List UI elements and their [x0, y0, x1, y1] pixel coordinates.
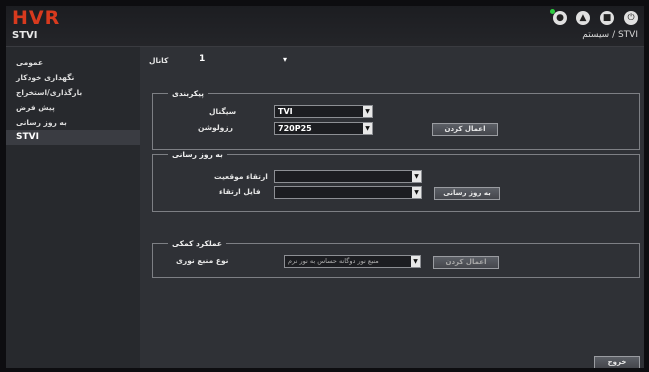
sidebar-item-auto-maintenance[interactable]: نگهداری خودکار	[6, 70, 140, 85]
signal-value: TVI	[278, 107, 293, 116]
sidebar-item-import-export[interactable]: بارگذاری/استخراج	[6, 85, 140, 100]
upgrade-location-label: ارتقاء موقعیت	[214, 172, 268, 181]
chevron-down-icon: ▼	[363, 106, 372, 117]
chevron-down-icon[interactable]: ▾	[283, 55, 287, 64]
upgrade-location-select[interactable]: ▼	[274, 170, 422, 183]
sidebar: عمومی نگهداری خودکار بارگذاری/استخراج پی…	[6, 47, 140, 368]
chevron-down-icon: ▼	[411, 256, 420, 267]
chevron-down-icon: ▼	[412, 187, 421, 198]
chevron-down-icon: ▼	[363, 123, 372, 134]
resolution-label: رزولوشن	[198, 123, 233, 132]
status-icon[interactable]: ●	[550, 9, 567, 25]
sidebar-item-default[interactable]: پیش فرض	[6, 100, 140, 115]
config-group	[152, 93, 640, 150]
apply-aux-button[interactable]: اعمال کردن	[433, 256, 499, 269]
storage-icon[interactable]: ■	[600, 11, 614, 25]
resolution-select[interactable]: 720P25 ▼	[274, 122, 373, 135]
upgrade-button[interactable]: به روز رسانی	[434, 187, 500, 200]
alarm-icon[interactable]: ▲	[576, 11, 590, 25]
power-icon[interactable]: ⏻	[624, 11, 638, 25]
apply-config-button[interactable]: اعمال کردن	[432, 123, 498, 136]
page-title: STVI	[12, 30, 38, 41]
channel-select[interactable]: 1	[199, 54, 205, 64]
chevron-down-icon: ▼	[412, 171, 421, 182]
dvr-settings-screen: HVR STVI ● ▲ ■ ⏻ سیستم / STVI عمومی نگهد…	[6, 6, 644, 368]
upgrade-file-select[interactable]: ▼	[274, 186, 422, 199]
light-source-value: منبع نور دوگانه حساس به نور نرم	[288, 257, 379, 265]
config-group-title: پیکربندی	[168, 89, 208, 98]
top-bar: HVR STVI ● ▲ ■ ⏻ سیستم / STVI	[6, 6, 644, 47]
update-group-title: به روز رسانی	[168, 150, 227, 159]
resolution-value: 720P25	[278, 124, 312, 133]
signal-label: سیگنال	[209, 107, 237, 116]
online-indicator-icon	[550, 9, 555, 14]
channel-label: کانال	[149, 56, 169, 65]
aux-function-group-title: عملکرد کمکی	[168, 239, 227, 248]
light-source-label: نوع منبع نوری	[176, 256, 229, 265]
light-source-select[interactable]: منبع نور دوگانه حساس به نور نرم ▼	[284, 255, 421, 268]
upgrade-file-label: فایل ارتقاء	[219, 187, 261, 196]
brand-logo: HVR	[12, 7, 61, 29]
sidebar-item-general[interactable]: عمومی	[6, 55, 140, 70]
update-group	[152, 154, 640, 212]
sidebar-item-stvi[interactable]: STVI	[6, 130, 140, 145]
breadcrumb: سیستم / STVI	[582, 30, 638, 40]
signal-select[interactable]: TVI ▼	[274, 105, 373, 118]
exit-button[interactable]: خروج	[594, 356, 640, 368]
sidebar-item-upgrade[interactable]: به روز رسانی	[6, 115, 140, 130]
